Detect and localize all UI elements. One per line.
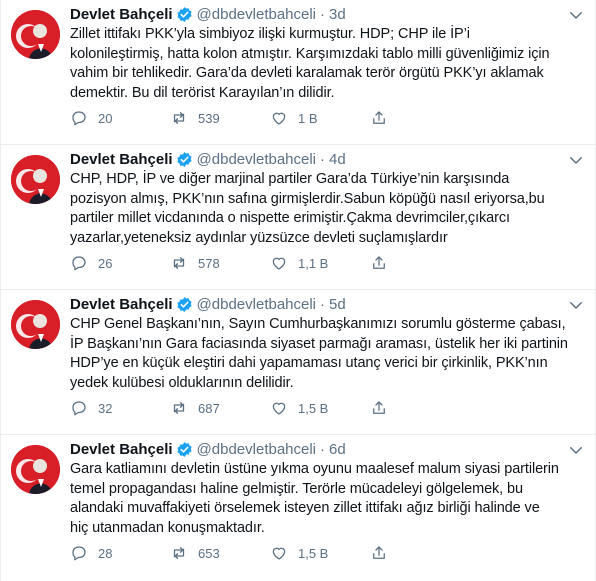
share-icon [373,256,385,269]
tweet-actions: 20 539 1 B [70,109,490,127]
heart-icon [272,112,286,125]
reply-icon [72,256,86,271]
chevron-down-icon[interactable] [567,151,585,169]
retweet-count: 578 [198,255,220,271]
like-button[interactable]: 1,1 B [270,254,370,272]
author-handle[interactable]: @dbdevletbahceli [197,151,316,168]
heart-icon [272,257,286,270]
profile-photo-icon [11,300,60,349]
like-count: 1,1 B [298,255,329,271]
tweet-text: CHP, HDP, İP ve diğer marjinal partiler … [70,171,545,246]
retweet-count: 539 [198,110,220,126]
tweet-timestamp[interactable]: 4d [329,151,346,168]
retweet-button[interactable]: 578 [170,254,270,272]
tweet[interactable]: Devlet Bahçeli @dbdevletbahceli · 6d Gar… [1,435,595,580]
avatar[interactable] [11,445,60,494]
tweet-actions: 28 653 1,5 B [70,544,490,562]
like-count: 1,5 B [298,545,329,561]
tweet-timestamp[interactable]: 3d [329,6,346,23]
reply-button[interactable]: 32 [70,399,170,417]
share-icon [373,401,385,414]
reply-icon [72,111,86,126]
retweet-button[interactable]: 539 [170,109,270,127]
like-button[interactable]: 1,5 B [270,544,370,562]
tweet[interactable]: Devlet Bahçeli @dbdevletbahceli · 5d CHP… [1,290,595,435]
tweet-timestamp[interactable]: 6d [329,441,346,458]
chevron-down-icon[interactable] [567,296,585,314]
reply-count: 20 [98,110,113,126]
reply-icon [72,401,86,416]
retweet-icon [173,402,185,414]
verified-badge-icon [176,296,192,312]
share-icon [373,111,385,124]
author-handle[interactable]: @dbdevletbahceli [197,441,316,458]
reply-button[interactable]: 26 [70,254,170,272]
tweet[interactable]: Devlet Bahçeli @dbdevletbahceli · 3d Zil… [1,0,595,145]
profile-photo-icon [11,445,60,494]
reply-count: 32 [98,400,113,416]
author-name[interactable]: Devlet Bahçeli [70,441,173,458]
avatar[interactable] [11,300,60,349]
verified-badge-icon [176,6,192,22]
separator-dot: · [320,5,326,23]
tweet-feed: Devlet Bahçeli @dbdevletbahceli · 3d Zil… [0,0,596,581]
like-count: 1,5 B [298,400,329,416]
tweet-actions: 26 578 1,1 B [70,254,490,272]
chevron-down-icon[interactable] [567,441,585,459]
avatar[interactable] [11,155,60,204]
retweet-count: 653 [198,545,220,561]
retweet-button[interactable]: 653 [170,544,270,562]
author-name[interactable]: Devlet Bahçeli [70,6,173,23]
tweet-text: Gara katliamını devletin üstüne yıkma oy… [70,461,559,536]
tweet-text: Zillet ittifakı PKK’yla simbiyoz ilişki … [70,26,550,101]
verified-badge-icon [176,151,192,167]
like-button[interactable]: 1,5 B [270,399,370,417]
reply-button[interactable]: 20 [70,109,170,127]
retweet-icon [173,547,185,559]
separator-dot: · [320,150,326,168]
retweet-count: 687 [198,400,220,416]
avatar[interactable] [11,10,60,59]
author-name[interactable]: Devlet Bahçeli [70,296,173,313]
heart-icon [272,547,286,560]
share-button[interactable] [370,399,410,417]
like-button[interactable]: 1 B [270,109,370,127]
retweet-button[interactable]: 687 [170,399,270,417]
reply-icon [72,546,86,561]
tweet-timestamp[interactable]: 5d [329,296,346,313]
profile-photo-icon [11,155,60,204]
reply-count: 28 [98,545,113,561]
share-button[interactable] [370,544,410,562]
heart-icon [272,402,286,415]
chevron-down-icon[interactable] [567,6,585,24]
retweet-icon [173,257,185,269]
author-handle[interactable]: @dbdevletbahceli [197,296,316,313]
author-name[interactable]: Devlet Bahçeli [70,151,173,168]
share-button[interactable] [370,109,410,127]
separator-dot: · [320,440,326,458]
verified-badge-icon [176,441,192,457]
reply-count: 26 [98,255,113,271]
author-handle[interactable]: @dbdevletbahceli [197,6,316,23]
tweet-text: CHP Genel Başkanı’nın, Sayın Cumhurbaşka… [70,316,568,391]
share-icon [373,546,385,559]
tweet[interactable]: Devlet Bahçeli @dbdevletbahceli · 4d CHP… [1,145,595,290]
reply-button[interactable]: 28 [70,544,170,562]
separator-dot: · [320,295,326,313]
retweet-icon [173,112,185,124]
tweet-actions: 32 687 1,5 B [70,399,490,417]
share-button[interactable] [370,254,410,272]
profile-photo-icon [11,10,60,59]
like-count: 1 B [298,110,318,126]
